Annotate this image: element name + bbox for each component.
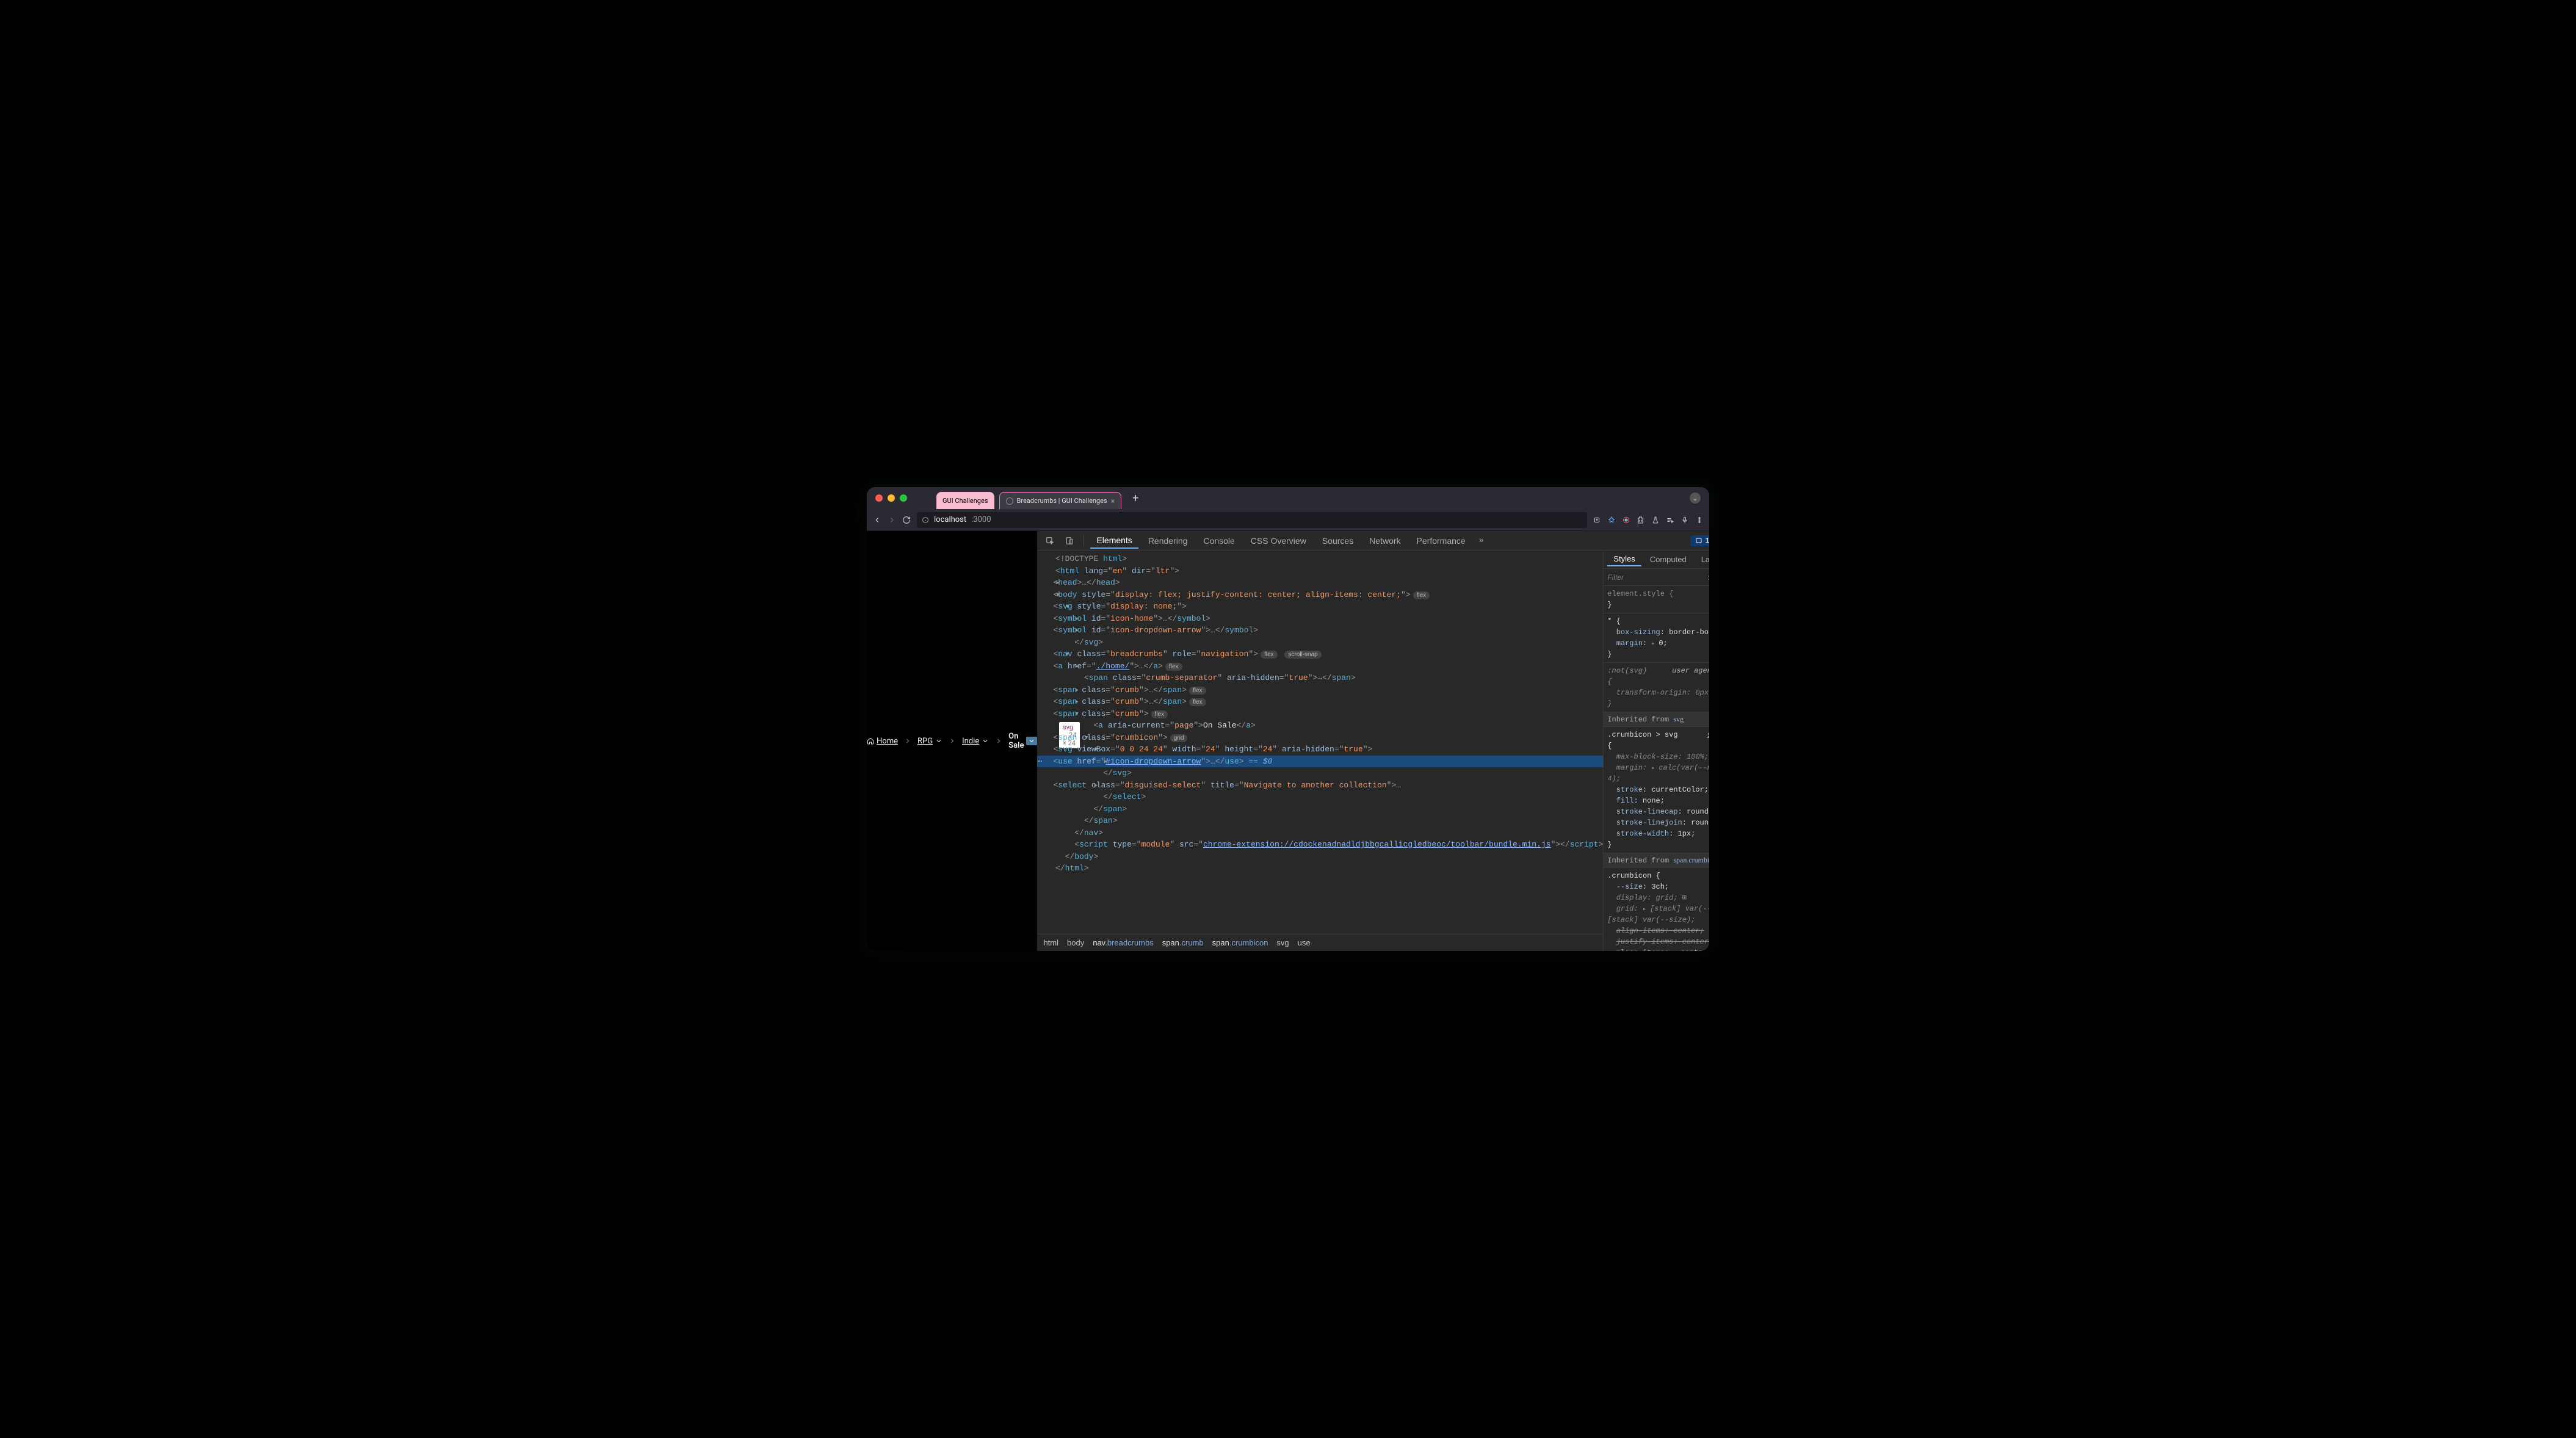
flask-icon[interactable] — [1652, 516, 1659, 524]
maximize-window[interactable] — [900, 494, 907, 502]
issue-count: 1 — [1705, 537, 1709, 545]
path-body[interactable]: body — [1067, 938, 1084, 947]
tab-breadcrumbs[interactable]: Breadcrumbs | GUI Challenges × — [999, 492, 1122, 509]
addressbar: localhost :3000 — [867, 509, 1709, 531]
content: svg 24 × 24 Home RPG Indie — [867, 531, 1709, 951]
account-icon[interactable]: ⌄ — [1690, 493, 1701, 504]
breadcrumb-home[interactable]: Home — [867, 737, 898, 746]
body-style: display: flex; justify-content: center; … — [1115, 590, 1401, 599]
inherited-svg: Inherited from svg — [1604, 712, 1709, 727]
devtools: Elements Rendering Console CSS Overview … — [1037, 531, 1709, 951]
issues-badge[interactable]: 1 — [1690, 535, 1709, 546]
separator-icon — [949, 737, 956, 746]
elements-pane: <!DOCTYPE html> <html lang="en" dir="ltr… — [1037, 551, 1603, 951]
tab-performance[interactable]: Performance — [1411, 533, 1472, 548]
tab-css-overview[interactable]: CSS Overview — [1245, 533, 1312, 548]
new-tab-button[interactable]: + — [1126, 492, 1145, 505]
styles-filter: :hov .cls + — [1604, 569, 1709, 586]
inherited-crumbicon: Inherited from span.crumbicon — [1604, 853, 1709, 868]
breadcrumbs: Home RPG Indie On Sale — [867, 732, 1037, 750]
chevron-down-icon[interactable] — [935, 737, 942, 745]
tab-rendering[interactable]: Rendering — [1142, 533, 1194, 548]
home-icon — [867, 737, 874, 745]
breadcrumb-indie[interactable]: Indie — [962, 737, 989, 746]
selected-element[interactable]: ▸<use href="#icon-dropdown-arrow">…</use… — [1037, 756, 1603, 768]
menu-icon[interactable] — [1696, 516, 1703, 524]
browser-window: GUI Challenges Breadcrumbs | GUI Challen… — [867, 487, 1709, 951]
forward-button[interactable] — [888, 516, 896, 524]
tab-label: GUI Challenges — [942, 497, 988, 505]
elements-tree[interactable]: <!DOCTYPE html> <html lang="en" dir="ltr… — [1037, 551, 1603, 934]
page-pane: svg 24 × 24 Home RPG Indie — [867, 531, 1037, 951]
path-svg[interactable]: svg — [1276, 938, 1289, 947]
back-button[interactable] — [873, 516, 881, 524]
tab-label: Breadcrumbs | GUI Challenges — [1017, 497, 1107, 505]
tab-console[interactable]: Console — [1197, 533, 1240, 548]
more-tabs-icon[interactable]: » — [1475, 533, 1488, 547]
tab-gui-challenges[interactable]: GUI Challenges — [936, 492, 994, 509]
breadcrumb-rpg[interactable]: RPG — [917, 737, 942, 746]
breadcrumb-link[interactable]: Indie — [962, 737, 979, 746]
url-host: localhost — [934, 515, 966, 524]
share-icon[interactable] — [1593, 516, 1601, 524]
breadcrumb-link[interactable]: Home — [877, 737, 898, 746]
mic-icon[interactable] — [1681, 516, 1688, 524]
url-field[interactable]: localhost :3000 — [917, 512, 1587, 528]
bookmark-star-icon[interactable] — [1608, 516, 1615, 524]
hov-toggle[interactable]: :hov — [1707, 573, 1709, 582]
extension-color-icon[interactable] — [1623, 516, 1630, 524]
tab-network[interactable]: Network — [1363, 533, 1406, 548]
url-port: :3000 — [971, 515, 991, 524]
close-window[interactable] — [875, 494, 883, 502]
tab-sources[interactable]: Sources — [1316, 533, 1359, 548]
playlist-icon[interactable] — [1666, 516, 1674, 524]
close-icon[interactable]: × — [1111, 497, 1115, 505]
inspect-icon[interactable] — [1042, 533, 1058, 547]
devtools-body: <!DOCTYPE html> <html lang="en" dir="ltr… — [1037, 551, 1709, 951]
dom-breadcrumb[interactable]: html body nav.breadcrumbs span.crumb spa… — [1037, 934, 1603, 951]
reload-button[interactable] — [902, 516, 911, 524]
favicon-icon — [1006, 497, 1013, 505]
styles-tab-computed[interactable]: Computed — [1644, 553, 1693, 566]
chevron-down-highlighted[interactable] — [1026, 737, 1037, 745]
breadcrumb-link[interactable]: RPG — [917, 737, 933, 746]
separator-icon — [904, 737, 911, 746]
breadcrumb-on-sale: On Sale — [1008, 732, 1037, 750]
devtools-tabs: Elements Rendering Console CSS Overview … — [1037, 531, 1709, 551]
minimize-window[interactable] — [888, 494, 895, 502]
styles-tab-styles[interactable]: Styles — [1607, 552, 1641, 566]
traffic-lights — [875, 494, 907, 502]
separator-icon — [995, 737, 1002, 746]
chevron-down-icon[interactable] — [982, 737, 989, 745]
extensions-icon[interactable] — [1637, 516, 1644, 524]
titlebar: GUI Challenges Breadcrumbs | GUI Challen… — [867, 487, 1709, 509]
toolbar-right — [1593, 516, 1703, 524]
info-icon — [922, 516, 929, 524]
styles-filter-input[interactable] — [1607, 573, 1703, 582]
device-toggle-icon[interactable] — [1062, 533, 1077, 547]
breadcrumb-current: On Sale — [1008, 732, 1024, 750]
styles-tab-layout[interactable]: Layout — [1695, 553, 1709, 566]
styles-rules[interactable]: element.style { } style.css:1 * { box-si… — [1604, 586, 1709, 951]
styles-pane: Styles Computed Layout » :hov .cls + — [1603, 551, 1709, 951]
tab-elements[interactable]: Elements — [1090, 533, 1138, 549]
path-html[interactable]: html — [1043, 938, 1058, 947]
styles-tabs: Styles Computed Layout » — [1604, 551, 1709, 569]
path-use[interactable]: use — [1298, 938, 1311, 947]
